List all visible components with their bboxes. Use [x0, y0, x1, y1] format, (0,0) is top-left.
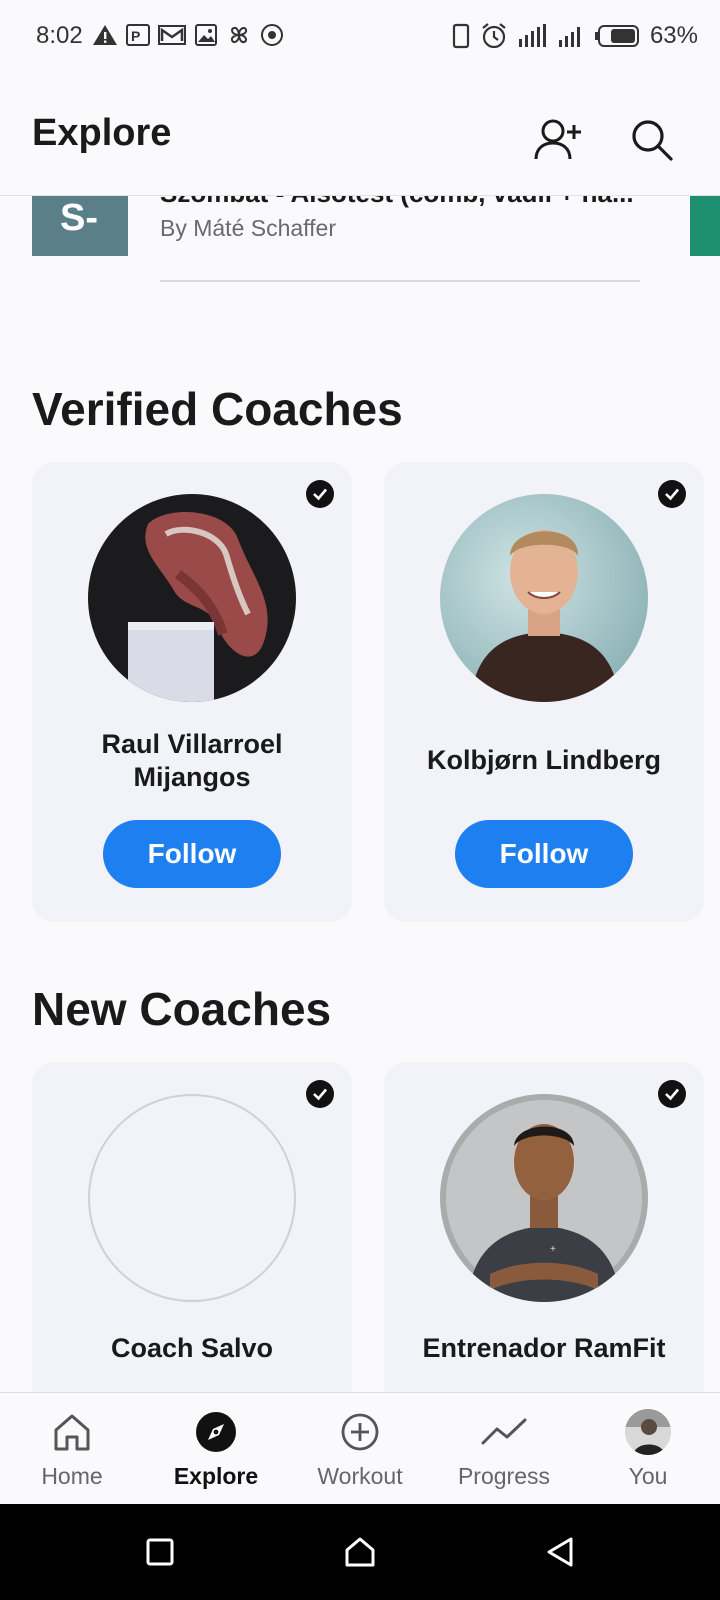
status-time: 8:02 — [36, 22, 83, 49]
checkmark-icon — [665, 1088, 679, 1101]
battery-percent: 63% — [649, 22, 698, 49]
coach-name: Coach Salvo — [110, 1333, 274, 1363]
plan-title: Szombat - Alsótest (comb, vádli + ha... — [160, 196, 640, 209]
follow-button[interactable]: Follow — [103, 820, 281, 888]
coach-avatar — [440, 494, 648, 702]
page-title: Explore — [32, 112, 172, 154]
verified-badge — [658, 1080, 686, 1108]
coach-name: Kolbjørn Lindberg — [427, 745, 661, 775]
coach-card[interactable]: + Entrenador RamFit — [384, 1062, 704, 1392]
checkmark-icon — [313, 1088, 327, 1101]
signal-icon — [518, 24, 546, 47]
image-icon — [195, 24, 217, 46]
nav-you[interactable]: You — [576, 1393, 720, 1505]
bottom-navigation: Home Explore Workout Progress You — [0, 1392, 720, 1504]
signal-icon — [558, 27, 580, 47]
nav-label: Workout — [317, 1463, 403, 1489]
trend-icon — [481, 1418, 527, 1445]
square-icon — [146, 1538, 174, 1566]
nav-workout[interactable]: Workout — [288, 1393, 432, 1505]
coach-card[interactable]: Raul Villarroel Mijangos Follow — [32, 462, 352, 922]
notification-icons: P — [92, 22, 284, 48]
section-title-verified-coaches: Verified Coaches — [32, 383, 403, 435]
search-button[interactable] — [624, 112, 680, 168]
mail-icon — [158, 25, 186, 45]
nav-explore[interactable]: Explore — [144, 1393, 288, 1505]
nav-progress[interactable]: Progress — [432, 1393, 576, 1505]
app-header: Explore — [0, 72, 720, 196]
coach-name: Entrenador RamFit — [422, 1333, 666, 1363]
p-app-icon: P — [126, 24, 150, 46]
system-status-icons: 63% — [452, 22, 698, 50]
workout-plan-item[interactable]: S- Szombat - Alsótest (comb, vádli + ha.… — [0, 196, 720, 282]
home-icon — [54, 1414, 90, 1451]
svg-text:P: P — [131, 28, 140, 44]
home-button[interactable] — [340, 1532, 380, 1572]
next-plan-thumbnail — [690, 196, 720, 256]
add-user-icon — [534, 119, 581, 160]
explore-feed[interactable]: S- Szombat - Alsótest (comb, vádli + ha.… — [0, 196, 720, 1392]
nav-label: Explore — [173, 1463, 259, 1489]
divider — [160, 280, 640, 282]
verified-badge — [306, 1080, 334, 1108]
back-triangle-icon — [547, 1537, 573, 1567]
coach-avatar-placeholder — [88, 1094, 296, 1302]
svg-text:+: + — [550, 1244, 556, 1255]
status-bar: 8:02 P 63% — [0, 0, 720, 72]
verified-badge — [306, 480, 334, 508]
plan-thumbnail: S- — [32, 196, 128, 256]
checkmark-icon — [313, 488, 327, 501]
search-icon — [632, 120, 673, 161]
section-title-new-coaches: New Coaches — [32, 983, 332, 1035]
system-navigation-bar — [0, 1504, 720, 1600]
coach-card[interactable]: Coach Salvo — [32, 1062, 352, 1392]
coach-name: Raul Villarroel Mijangos — [101, 729, 283, 792]
alarm-icon — [482, 23, 506, 49]
warning-icon — [93, 25, 117, 45]
pinwheel-icon — [230, 26, 248, 44]
add-friend-button[interactable] — [530, 112, 586, 168]
battery-icon — [594, 25, 639, 47]
coach-card[interactable]: Kolbjørn Lindberg Follow — [384, 462, 704, 922]
coach-avatar: + — [440, 1094, 648, 1302]
coach-avatar — [88, 494, 296, 702]
avatar-icon — [625, 1409, 671, 1455]
phone-icon — [452, 23, 470, 49]
nav-label: Progress — [457, 1463, 551, 1489]
nav-label: You — [628, 1463, 668, 1489]
back-button[interactable] — [540, 1532, 580, 1572]
verified-badge — [658, 480, 686, 508]
nav-home[interactable]: Home — [0, 1393, 144, 1505]
follow-button[interactable]: Follow — [455, 820, 633, 888]
compass-icon — [196, 1412, 236, 1452]
plus-circle-icon — [341, 1413, 379, 1451]
target-icon — [261, 24, 283, 46]
home-outline-icon — [345, 1537, 375, 1567]
nav-label: Home — [41, 1463, 103, 1489]
recents-button[interactable] — [140, 1532, 180, 1572]
checkmark-icon — [665, 488, 679, 501]
plan-author: By Máté Schaffer — [160, 215, 336, 241]
